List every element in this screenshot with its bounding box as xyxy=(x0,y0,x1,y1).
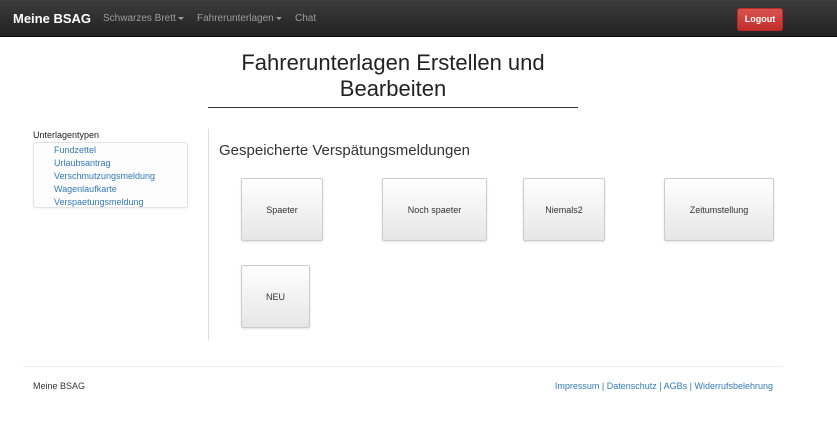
nav-chat[interactable]: Chat xyxy=(295,13,316,24)
sidebar-item-wagenlaufkarte[interactable]: Wagenlaufkarte xyxy=(54,183,187,196)
nav-chat-label: Chat xyxy=(295,13,317,24)
footer-divider xyxy=(23,366,783,367)
sidebar-item-verspaetungsmeldung[interactable]: Verspaetungsmeldung xyxy=(54,196,187,209)
footer-separator: | xyxy=(599,381,607,391)
sidebar-item-verschmutzungsmeldung[interactable]: Verschmutzungsmeldung xyxy=(54,170,187,183)
nav-fahrerunterlagen-label: Fahrerunterlagen xyxy=(197,13,274,24)
sidebar-item-fundzettel[interactable]: Fundzettel xyxy=(54,144,187,157)
footer-link-agbs[interactable]: AGBs xyxy=(664,381,688,391)
saved-entry-card[interactable]: Niemals2 xyxy=(523,178,605,241)
page-title-line-2: Bearbeiten xyxy=(339,76,447,101)
saved-entry-card[interactable]: NEU xyxy=(241,265,310,328)
nav-schwarzes-brett[interactable]: Schwarzes Brett xyxy=(103,13,184,24)
nav-schwarzes-brett-label: Schwarzes Brett xyxy=(103,13,176,24)
saved-entry-card[interactable]: Noch spaeter xyxy=(382,178,487,241)
page-title-line-1: Fahrerunterlagen Erstellen und xyxy=(241,50,545,75)
content-divider xyxy=(208,129,209,340)
logout-button[interactable]: Logout xyxy=(737,8,783,31)
footer-link-impressum[interactable]: Impressum xyxy=(555,381,600,391)
title-underline xyxy=(208,107,578,108)
saved-entry-card[interactable]: Zeitumstellung xyxy=(664,178,774,241)
footer-link-datenschutz[interactable]: Datenschutz xyxy=(607,381,657,391)
sidebar-label: Unterlagentypen xyxy=(33,130,100,140)
sidebar-list: Fundzettel Urlaubsantrag Verschmutzungsm… xyxy=(33,142,188,208)
brand-link[interactable]: Meine BSAG xyxy=(13,11,91,26)
page-title: Fahrerunterlagen Erstellen und Bearbeite… xyxy=(208,50,578,102)
footer-separator: | xyxy=(656,381,664,391)
top-navbar: Meine BSAG Schwarzes Brett Fahrerunterla… xyxy=(0,0,837,37)
footer-brand: Meine BSAG xyxy=(33,381,86,391)
caret-down-icon xyxy=(275,16,282,20)
sidebar-item-urlaubsantrag[interactable]: Urlaubsantrag xyxy=(54,157,187,170)
section-heading: Gespeicherte Verspätungsmeldungen xyxy=(219,142,471,159)
footer-links: Impressum | Datenschutz | AGBs | Widerru… xyxy=(555,381,773,391)
saved-entry-card[interactable]: Spaeter xyxy=(241,178,323,241)
footer-link-widerrufsbelehrung[interactable]: Widerrufsbelehrung xyxy=(694,381,773,391)
nav-fahrerunterlagen[interactable]: Fahrerunterlagen xyxy=(197,13,282,24)
caret-down-icon xyxy=(177,16,184,20)
